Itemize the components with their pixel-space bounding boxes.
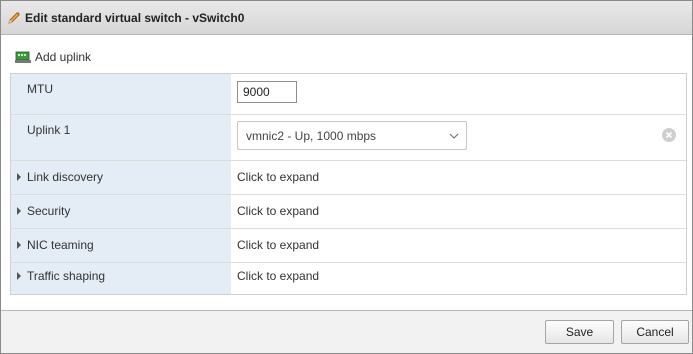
security-label-cell: Security xyxy=(11,195,231,228)
pencil-icon xyxy=(6,10,22,26)
uplink1-value-cell: vmnic2 - Up, 1000 mbps xyxy=(231,115,686,160)
mtu-row: MTU xyxy=(11,74,686,115)
security-expand-link[interactable]: Click to expand xyxy=(237,204,319,218)
security-row[interactable]: Security Click to expand xyxy=(11,195,686,229)
traffic-shaping-row[interactable]: Traffic shaping Click to expand xyxy=(11,263,686,294)
mtu-value-cell xyxy=(231,74,686,114)
add-uplink-label: Add uplink xyxy=(35,50,92,64)
uplink1-selected-value: vmnic2 - Up, 1000 mbps xyxy=(246,129,377,143)
link-discovery-label: Link discovery xyxy=(27,170,104,184)
expand-caret-icon xyxy=(17,173,21,181)
cancel-button[interactable]: Cancel xyxy=(621,320,689,344)
expand-caret-icon xyxy=(17,241,21,249)
save-button[interactable]: Save xyxy=(545,320,614,344)
traffic-shaping-value-cell: Click to expand xyxy=(231,263,686,294)
dialog-title: Edit standard virtual switch - vSwitch0 xyxy=(25,10,245,25)
network-adapter-icon xyxy=(15,50,31,64)
nic-teaming-value-cell: Click to expand xyxy=(231,229,686,262)
security-label: Security xyxy=(27,204,71,218)
link-discovery-row[interactable]: Link discovery Click to expand xyxy=(11,161,686,195)
nic-teaming-label-cell: NIC teaming xyxy=(11,229,231,262)
expand-caret-icon xyxy=(17,272,21,280)
chevron-down-icon xyxy=(449,130,459,140)
traffic-shaping-label-cell: Traffic shaping xyxy=(11,263,231,294)
uplink1-label: Uplink 1 xyxy=(27,123,71,137)
security-value-cell: Click to expand xyxy=(231,195,686,228)
uplink1-row: Uplink 1 vmnic2 - Up, 1000 mbps xyxy=(11,115,686,161)
remove-uplink-icon[interactable] xyxy=(662,128,676,142)
nic-teaming-label: NIC teaming xyxy=(27,238,94,252)
edit-vswitch-dialog: Edit standard virtual switch - vSwitch0 … xyxy=(0,0,693,354)
traffic-shaping-label: Traffic shaping xyxy=(27,269,106,283)
nic-teaming-expand-link[interactable]: Click to expand xyxy=(237,238,319,252)
mtu-input[interactable] xyxy=(237,81,297,103)
uplink1-select[interactable]: vmnic2 - Up, 1000 mbps xyxy=(237,121,467,150)
link-discovery-value-cell: Click to expand xyxy=(231,161,686,194)
link-discovery-label-cell: Link discovery xyxy=(11,161,231,194)
expand-caret-icon xyxy=(17,207,21,215)
traffic-shaping-expand-link[interactable]: Click to expand xyxy=(237,269,319,283)
nic-teaming-row[interactable]: NIC teaming Click to expand xyxy=(11,229,686,263)
switch-settings-grid: MTU Uplink 1 vmnic2 - Up, 1000 mbps xyxy=(10,73,687,295)
dialog-footer: Save Cancel xyxy=(1,310,692,353)
uplink1-label-cell: Uplink 1 xyxy=(11,115,231,160)
mtu-label-cell: MTU xyxy=(11,74,231,114)
add-uplink-button[interactable]: Add uplink xyxy=(15,49,91,65)
mtu-label: MTU xyxy=(27,82,53,96)
link-discovery-expand-link[interactable]: Click to expand xyxy=(237,170,319,184)
dialog-titlebar: Edit standard virtual switch - vSwitch0 xyxy=(1,1,692,35)
